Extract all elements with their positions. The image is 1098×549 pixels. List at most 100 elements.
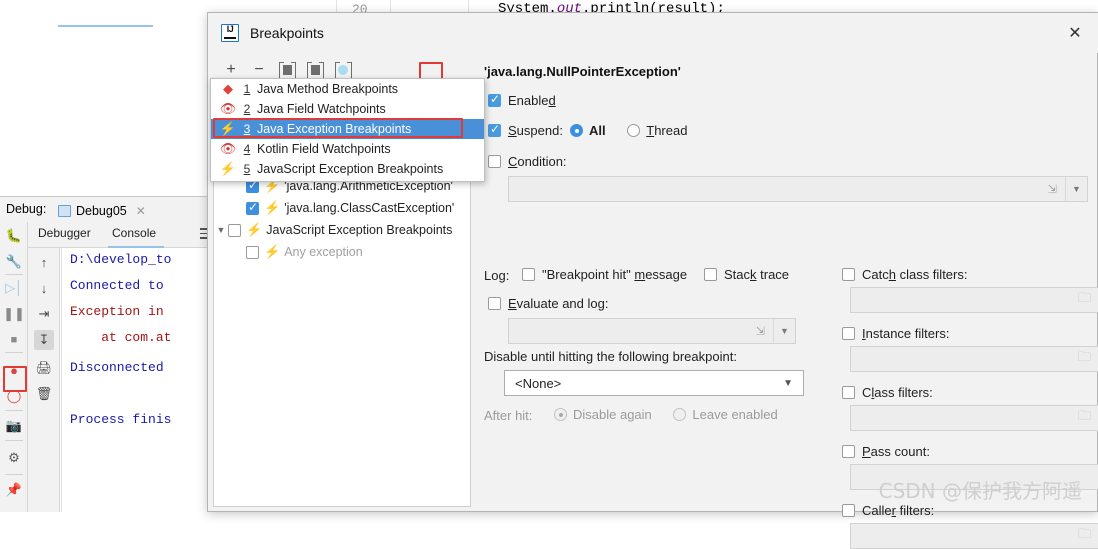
condition-checkbox[interactable]: Condition: [488, 154, 567, 169]
menu-item-label: JavaScript Exception Breakpoints [257, 162, 444, 176]
dialog-titlebar: Breakpoints ✕ [208, 13, 1098, 53]
caller-filters-checkbox[interactable]: Caller filters: [842, 503, 934, 518]
debug-session-tab[interactable]: Debug05 ✕ [58, 200, 146, 222]
folder-icon[interactable]: 🗀 [1078, 289, 1091, 311]
checkbox-box [842, 327, 855, 340]
mute-breakpoints-icon[interactable]: ◯ [4, 386, 24, 406]
step-up-icon[interactable]: ↑ [34, 252, 54, 272]
pass-count-checkbox[interactable]: Pass count: [842, 444, 930, 459]
console-toolbar: ↑ ↓ ⇥ ↧ 🖨 🗑 [28, 248, 60, 512]
tree-row[interactable]: ⚡ Any exception [214, 242, 470, 262]
tree-row[interactable]: ⚡ 'java.lang.ClassCastException' [214, 198, 470, 218]
debug-config-icon [58, 205, 71, 217]
suspend-thread-radio[interactable]: Thread [627, 123, 687, 138]
radio-dot [673, 408, 687, 421]
console-line: Process finis [70, 412, 172, 427]
class-filters-input[interactable]: 🗀 [850, 405, 1098, 431]
instance-filters-label: Instance filters: [862, 326, 950, 341]
evaluate-and-log-checkbox[interactable]: Evaluate and log: [488, 296, 608, 311]
camera-icon[interactable]: 📷 [4, 416, 24, 436]
suspend-checkbox[interactable]: Suspend: [488, 122, 563, 138]
condition-input[interactable]: ⇲ ▼ [508, 176, 1088, 202]
menu-item-number: 4 [243, 142, 251, 156]
checkbox-box [842, 386, 855, 399]
close-icon[interactable]: ✕ [136, 204, 146, 218]
debug-left-toolbar: 🐛 🔧 ▷│ ❚❚ ■ ● ◯ 📷 ⚙ 📌 [0, 222, 28, 512]
close-dialog-button[interactable]: ✕ [1065, 25, 1085, 45]
chevron-down-icon[interactable]: ▼ [1065, 177, 1087, 201]
view-breakpoints-icon[interactable]: ● [4, 360, 24, 380]
suspend-radio-group: All Thread [570, 123, 705, 140]
pause-program-icon[interactable]: ❚❚ [3, 304, 25, 324]
wrench-icon[interactable]: 🔧 [4, 252, 24, 272]
stack-trace-label: Stack trace [724, 267, 790, 282]
menu-item-java-exception-breakpoints[interactable]: ⚡ 3 Java Exception Breakpoints [211, 119, 484, 139]
resume-program-icon[interactable]: ▷│ [4, 278, 24, 298]
settings-gear-icon[interactable]: ⚙ [4, 448, 24, 468]
console-line: Disconnected [70, 360, 164, 375]
menu-item-javascript-exception-breakpoints[interactable]: ⚡ 5 JavaScript Exception Breakpoints [211, 159, 484, 179]
console-output[interactable]: D:\develop_to Connected to Exception in … [61, 248, 210, 512]
instance-filters-input[interactable]: 🗀 [850, 346, 1098, 372]
add-breakpoint-menu[interactable]: ◆ 1 Java Method Breakpoints 👁 2 Java Fie… [210, 78, 485, 182]
evaluate-and-log-label: Evaluate and log: [508, 296, 609, 311]
suspend-all-radio[interactable]: All [570, 123, 606, 138]
dialog-title: Breakpoints [250, 25, 324, 41]
class-filters-checkbox[interactable]: Class filters: [842, 385, 933, 400]
checkbox-box [842, 445, 855, 458]
folder-icon[interactable]: 🗀 [1078, 348, 1091, 370]
instance-filters-checkbox[interactable]: Instance filters: [842, 326, 949, 341]
step-down-icon[interactable]: ↓ [34, 278, 54, 298]
expand-editor-icon[interactable]: ⇲ [756, 325, 765, 338]
folder-icon[interactable]: 🗀 [1078, 525, 1091, 547]
soft-wrap-icon[interactable]: ⇥ [34, 304, 54, 324]
debug-tool-window-header: Debug: Debug05 ✕ [0, 196, 210, 222]
caller-filters-label: Caller filters: [862, 503, 935, 518]
catch-class-filters-input[interactable]: 🗀 [850, 287, 1098, 313]
row-checkbox[interactable] [246, 200, 259, 215]
row-checkbox[interactable] [228, 223, 241, 237]
checkbox-box [488, 122, 501, 137]
catch-class-filters-label: Catch class filters: [862, 267, 968, 282]
debug-tab-underline [58, 25, 153, 27]
caller-filters-input[interactable]: 🗀 [850, 523, 1098, 549]
menu-item-number: 2 [243, 102, 251, 116]
pin-icon[interactable]: 📌 [4, 480, 24, 500]
catch-class-filters-checkbox[interactable]: Catch class filters: [842, 267, 967, 282]
menu-item-java-field-watchpoints[interactable]: 👁 2 Java Field Watchpoints [211, 99, 484, 119]
expand-chevron-down-icon[interactable]: ▼ [214, 225, 228, 235]
chevron-down-icon[interactable]: ▼ [773, 319, 795, 343]
print-icon[interactable]: 🖨 [34, 358, 54, 378]
row-checkbox[interactable] [246, 245, 259, 259]
menu-item-kotlin-field-watchpoints[interactable]: 👁 4 Kotlin Field Watchpoints [211, 139, 484, 159]
scroll-to-end-icon[interactable]: ↧ [34, 330, 54, 350]
checkbox-box [842, 504, 855, 517]
tab-console[interactable]: Console [112, 226, 156, 240]
expand-editor-icon[interactable]: ⇲ [1048, 183, 1057, 196]
suspend-thread-label: Thread [646, 123, 688, 138]
after-hit-leave-enabled-radio[interactable]: Leave enabled [673, 407, 778, 422]
bolt-icon: ⚡ [219, 161, 237, 176]
stop-program-icon[interactable]: ■ [4, 330, 24, 350]
condition-label: Condition: [508, 154, 567, 169]
stack-trace-checkbox[interactable]: Stack trace [704, 267, 789, 282]
class-filters-label: Class filters: [862, 385, 933, 400]
disable-until-label: Disable until hitting the following brea… [484, 349, 737, 364]
eye-icon: 👁 [219, 141, 237, 156]
bug-icon[interactable]: 🐛 [4, 226, 24, 246]
disable-until-select[interactable]: <None> ▼ [504, 370, 804, 396]
breakpoint-detail-pane: 'java.lang.NullPointerException' Enabled… [480, 58, 1098, 549]
log-message-checkbox[interactable]: "Breakpoint hit" message [522, 267, 687, 282]
after-hit-disable-again-radio[interactable]: Disable again [554, 407, 652, 422]
tree-row[interactable]: ▼ ⚡ JavaScript Exception Breakpoints [214, 220, 470, 240]
trash-icon[interactable]: 🗑 [34, 384, 54, 404]
tab-debugger[interactable]: Debugger [38, 226, 91, 240]
folder-icon[interactable]: 🗀 [1078, 407, 1091, 429]
watermark: CSDN @保护我方阿遥 [878, 479, 1082, 503]
enabled-checkbox[interactable]: Enabled [488, 92, 556, 108]
tree-row-label: Any exception [284, 245, 363, 259]
menu-item-number: 1 [243, 82, 251, 96]
menu-item-label: Java Field Watchpoints [257, 102, 386, 116]
evaluate-and-log-input[interactable]: ⇲ ▼ [508, 318, 796, 344]
menu-item-java-method-breakpoints[interactable]: ◆ 1 Java Method Breakpoints [211, 79, 484, 99]
